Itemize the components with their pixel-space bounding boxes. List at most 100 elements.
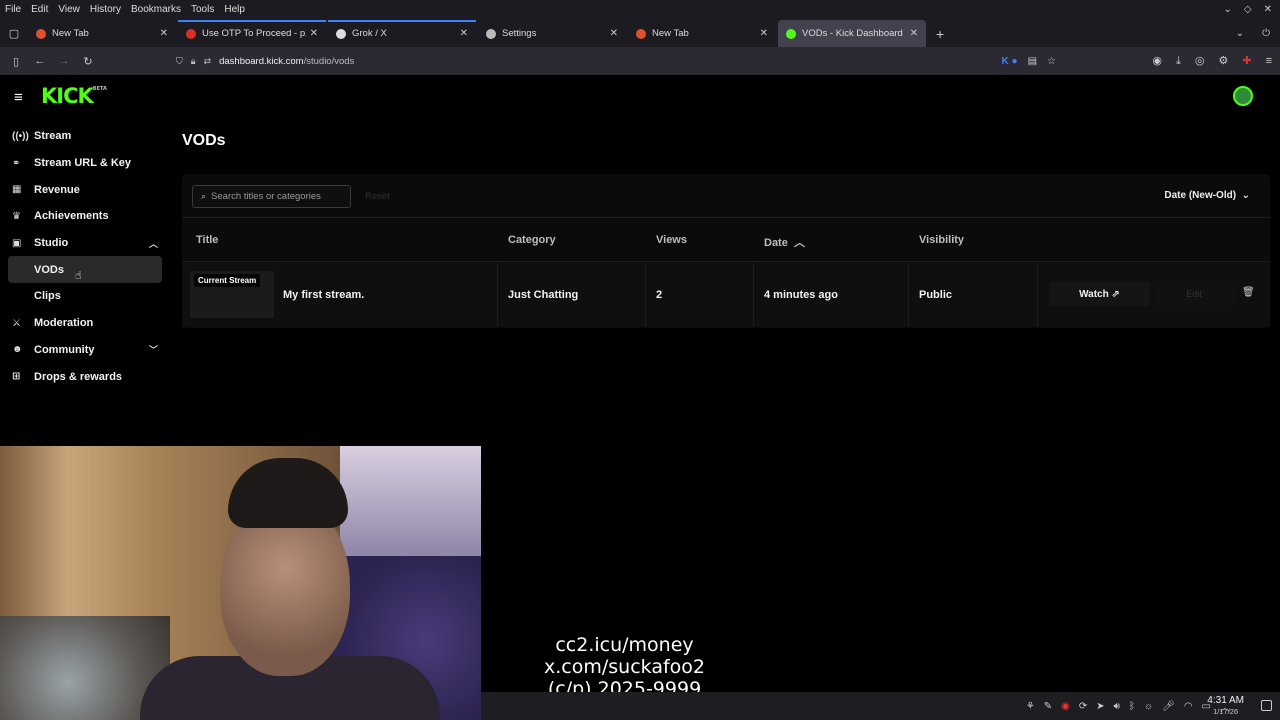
chevron-up-icon[interactable]: ︿ <box>149 237 158 250</box>
tray-send-icon[interactable]: ➤ <box>1096 701 1104 712</box>
permissions-icon[interactable]: ⇄ <box>204 56 212 67</box>
vod-views: 2 <box>656 289 663 301</box>
chevron-down-icon[interactable]: ﹀ <box>149 343 158 356</box>
column-header-date[interactable]: Date ︿ <box>764 234 805 250</box>
addon-icon[interactable]: ✚ <box>1242 47 1251 75</box>
trophy-icon: ♛ <box>12 210 21 222</box>
column-header-views[interactable]: Views <box>656 234 687 246</box>
bluetooth-icon[interactable]: ᛒ <box>1129 701 1135 712</box>
tab-overflow-icon[interactable]: ⌄ <box>1236 20 1244 47</box>
forward-icon[interactable]: → <box>52 55 76 67</box>
browser-tab[interactable]: New Tab ✕ <box>28 20 176 47</box>
lock-icon[interactable]: 🔒︎ <box>191 56 196 67</box>
people-icon: ☻ <box>12 344 23 356</box>
external-link-icon: ⇗ <box>1108 288 1120 300</box>
hamburger-menu-icon[interactable]: ≡ <box>14 89 23 106</box>
system-tray: ⚘ ✎ ◉ ⟳ ➤ 🔊︎ ᛒ ☼ 🎤︎ ◠ ▭ ︿ <box>1026 692 1230 720</box>
vod-visibility[interactable]: Public <box>919 289 952 301</box>
sort-select[interactable]: Date (New-Old) ⌄ <box>1164 190 1250 201</box>
sidebar-item-studio[interactable]: ▣ Studio ︿ <box>0 230 170 257</box>
sidebar-item-moderation[interactable]: ⚔ Moderation <box>0 310 170 337</box>
menu-help[interactable]: Help <box>219 0 250 20</box>
sidebar-item-clips[interactable]: Clips <box>8 283 162 310</box>
microphone-icon[interactable]: 🎤︎ <box>1162 701 1175 712</box>
tab-indicator <box>178 20 326 22</box>
volume-icon[interactable]: 🔊︎ <box>1114 701 1120 712</box>
back-icon[interactable]: ← <box>28 55 52 67</box>
show-desktop-icon[interactable] <box>1261 700 1272 711</box>
browser-tab[interactable]: Grok / X ✕ <box>328 20 476 47</box>
tab-list-icon[interactable]: ▢ <box>0 20 28 47</box>
tab-title: New Tab <box>652 28 689 39</box>
browser-tab[interactable]: Settings ✕ <box>478 20 626 47</box>
vod-thumbnail[interactable]: Current Stream <box>190 271 274 318</box>
browser-tab[interactable]: VODs - Kick Dashboard ✕ <box>778 20 926 47</box>
edit-button-label: Edit <box>1186 289 1202 299</box>
close-tab-icon[interactable]: ✕ <box>760 28 768 39</box>
menu-edit[interactable]: Edit <box>26 0 53 20</box>
sidebar-item-community[interactable]: ☻ Community ﹀ <box>0 337 170 364</box>
close-tab-icon[interactable]: ✕ <box>610 28 618 39</box>
close-tab-icon[interactable]: ✕ <box>460 28 468 39</box>
tray-sync-icon[interactable]: ⟳ <box>1079 701 1087 712</box>
browser-tab[interactable]: New Tab ✕ <box>628 20 776 47</box>
sidebar-item-drops-rewards[interactable]: ⊞ Drops & rewards <box>0 363 170 390</box>
tray-app-icon[interactable]: ⚘ <box>1026 701 1035 712</box>
close-tab-icon[interactable]: ✕ <box>160 28 168 39</box>
downloads-icon[interactable]: ⤓ <box>1176 47 1181 75</box>
tab-title: Grok / X <box>352 28 387 39</box>
column-header-visibility[interactable]: Visibility <box>919 234 964 246</box>
edit-button[interactable]: Edit <box>1154 282 1234 306</box>
app-menu-icon[interactable]: ≡ <box>1266 47 1272 75</box>
tray-record-icon[interactable]: ◉ <box>1061 701 1070 712</box>
column-header-title[interactable]: Title <box>196 234 218 246</box>
watch-button[interactable]: Watch ⇗ <box>1049 282 1150 306</box>
sword-icon: ⚔ <box>12 317 21 329</box>
sidebar-item-vods[interactable]: VODs <box>8 256 162 284</box>
extensions-icon[interactable]: ⚙ <box>1218 47 1228 75</box>
sidebar-item-stream-url-key[interactable]: ⚭ Stream URL & Key <box>0 150 170 177</box>
menu-history[interactable]: History <box>85 0 126 20</box>
kick-extension-icon[interactable]: K ● <box>1002 56 1018 67</box>
trash-icon[interactable]: 🗑︎ <box>1242 287 1255 298</box>
menu-tools[interactable]: Tools <box>186 0 219 20</box>
url-actions: K ● ▤ ☆ <box>1002 56 1056 67</box>
close-window-icon[interactable]: ✕ <box>1264 0 1272 20</box>
close-tab-icon[interactable]: ✕ <box>310 28 318 39</box>
close-tab-icon[interactable]: ✕ <box>910 28 918 39</box>
screenshot-icon[interactable]: ◉ <box>1152 47 1162 75</box>
sidebar-item-label: Stream URL & Key <box>34 157 131 170</box>
minimize-icon[interactable]: ⌄ <box>1224 0 1232 20</box>
restore-icon[interactable]: ◇ <box>1244 0 1252 20</box>
vod-date: 4 minutes ago <box>764 289 838 301</box>
wifi-icon[interactable]: ◠ <box>1184 701 1193 712</box>
new-tab-button[interactable]: + <box>928 26 952 42</box>
sidebar-item-revenue[interactable]: ▦ Revenue <box>0 176 170 203</box>
vod-title[interactable]: My first stream. <box>283 289 364 301</box>
taskbar-clock[interactable]: 4:31 AM 1/17/26 <box>1207 695 1244 717</box>
reset-button[interactable]: Reset <box>365 191 390 202</box>
clock-date: 1/17/26 <box>1213 707 1239 716</box>
url-bar[interactable]: ⛉ 🔒︎ ⇄ dashboard.kick.com/studio/vods K … <box>176 50 1056 72</box>
reader-view-icon[interactable]: ▤ <box>1028 56 1037 67</box>
menu-view[interactable]: View <box>53 0 85 20</box>
table-row[interactable]: Current Stream My first stream. Just Cha… <box>182 263 1270 327</box>
kick-logo[interactable]: KICKBETA <box>41 84 107 108</box>
tray-pen-icon[interactable]: ✎ <box>1044 701 1052 712</box>
account-icon[interactable]: ◎ <box>1195 47 1205 75</box>
bookmark-star-icon[interactable]: ☆ <box>1047 56 1056 67</box>
avatar[interactable] <box>1233 86 1253 106</box>
reload-icon[interactable]: ↻ <box>76 55 100 68</box>
sidebar-item-stream[interactable]: ((•)) Stream <box>0 123 170 150</box>
tabbar-right: ⌄ ⏻ <box>1236 20 1270 47</box>
sidebar-toggle-icon[interactable]: ▯ <box>4 55 28 68</box>
search-input[interactable]: ⌕ Search titles or categories <box>192 185 351 208</box>
brightness-icon[interactable]: ☼ <box>1144 701 1153 712</box>
menu-bookmarks[interactable]: Bookmarks <box>126 0 186 20</box>
sidebar-item-achievements[interactable]: ♛ Achievements <box>0 203 170 230</box>
column-header-category[interactable]: Category <box>508 234 556 246</box>
power-icon[interactable]: ⏻ <box>1262 20 1270 47</box>
shield-icon[interactable]: ⛉ <box>176 56 183 67</box>
browser-tab[interactable]: Use OTP To Proceed - p2025 ✕ <box>178 20 326 47</box>
menu-file[interactable]: File <box>0 0 26 20</box>
